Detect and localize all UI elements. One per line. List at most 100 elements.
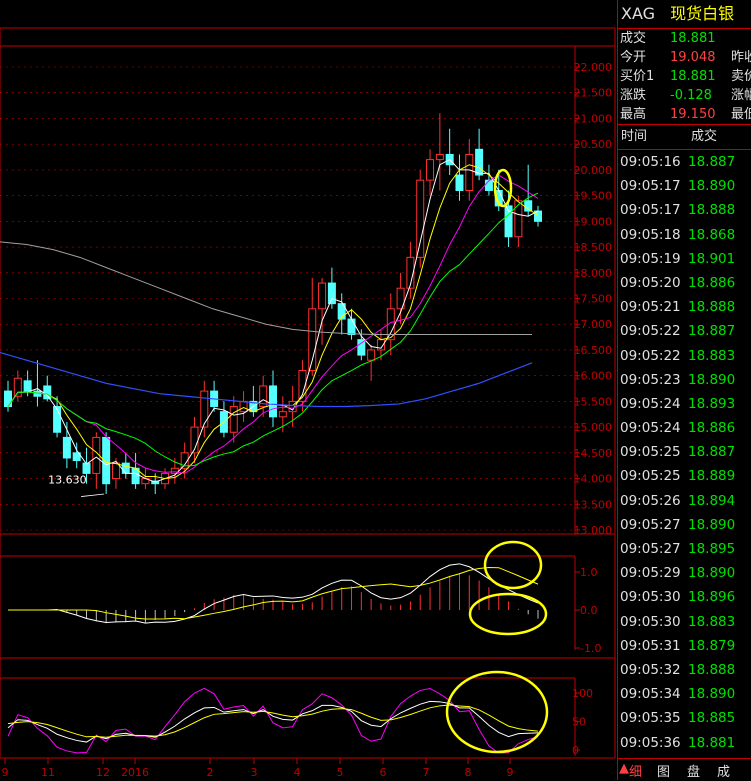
tick-row: 09:05:17 18.890 [618,174,751,198]
candle-body [416,179,425,258]
tick-price: 18.887 [688,154,736,170]
candle-body [435,153,444,161]
candle-body [62,436,71,459]
ma120-line [0,241,532,336]
quote-row: 今开 19.048 昨收 [618,48,751,67]
tick-price: 18.890 [688,371,736,388]
tick-time: 09:05:24 [620,420,681,437]
tick-price: 18.901 [688,250,736,267]
price-tick-label: 13.000 [574,524,613,537]
tick-time: 09:05:30 [620,589,681,606]
tick-time: 09:05:35 [620,710,681,727]
price-tick-label: 22.000 [574,61,613,74]
tick-price: 18.890 [688,565,736,582]
kdj-highlight-ellipse [445,670,549,754]
tick-price: 18.868 [688,226,736,243]
tick-time: 09:05:19 [620,250,681,267]
candle-body [4,390,12,408]
tick-price: 18.890 [688,686,736,703]
tick-row: 09:05:23 18.890 [618,368,751,392]
x-tick-label: 2016 [121,766,149,779]
tick-time: 09:05:18 [620,226,681,243]
tick-row: 09:05:29 18.890 [618,561,751,585]
x-tick-label: 7 [423,766,430,779]
low-price-label: 13.630 [48,474,87,487]
ticks-header-time: 时间 [621,129,648,144]
tick-price: 18.888 [688,661,736,678]
tick-time: 09:05:22 [620,347,681,364]
kline-chart[interactable]: 22.000 21.500 21.000 20.500 20.000 19.500 19.0… [0,0,617,780]
low-pointer [81,493,105,497]
quote-row-label: 涨跌 [620,88,647,103]
x-tick-label: 12 [96,766,110,779]
tick-row: 09:05:25 18.887 [618,440,751,464]
tick-time: 09:05:20 [620,274,681,291]
ma5-line [7,158,539,483]
tick-price: 18.888 [688,299,736,316]
macd-highlight-ellipse-1 [483,540,543,590]
candle-body [82,462,91,474]
tab-chart[interactable]: 图 [657,761,670,780]
price-tick-label: 15.000 [574,421,613,434]
candle-body [347,318,356,336]
tick-time: 09:05:26 [620,492,681,509]
candle-body [367,349,376,361]
tick-row: 09:05:27 18.890 [618,513,751,537]
x-tick-label: 5 [337,766,344,779]
kdj-tick-label: 0 [572,744,579,757]
tick-price: 18.893 [688,395,736,412]
tick-time: 09:05:27 [620,516,681,533]
tick-row: 09:05:24 18.886 [618,416,751,440]
tick-row: 09:05:20 18.886 [618,271,751,295]
tick-row: 09:05:22 18.887 [618,319,751,343]
price-tick-label: 18.000 [574,267,613,280]
price-tick-label: 16.000 [574,370,613,383]
quote-row-label: 买价1 [620,69,655,84]
x-tick-label: 11 [41,766,55,779]
candle-body [318,282,327,310]
candle-body [53,406,62,433]
tick-price: 18.888 [688,202,736,219]
quote-row-label: 成交 [620,31,647,46]
candle-body [455,174,464,191]
quote-row-label: 今开 [620,50,647,65]
tick-price: 18.885 [688,710,736,727]
tick-time: 09:05:25 [620,444,681,461]
price-tick-label: 21.500 [574,87,613,100]
tick-price: 18.886 [688,274,736,291]
candle-body [269,385,277,418]
tick-row: 09:05:30 18.896 [618,585,751,609]
quote-row-label2: 涨幅 [731,88,751,103]
price-tick-label: 16.500 [574,344,613,357]
kline-chart-area[interactable]: 22.000 21.500 21.000 20.500 20.000 19.500 19.0… [0,0,617,780]
instrument-name: 现货白银 [670,4,735,23]
tick-price: 18.887 [688,444,736,461]
ticks-header-price: 成交 [691,129,718,144]
tab-trades[interactable]: 成 [717,761,730,780]
kdj-j-line [7,687,539,754]
x-tick-label: 8 [465,766,472,779]
ticks-header: 时间 成交 [618,124,751,150]
tab-arrow-icon: ▲ [619,761,629,776]
tick-time: 09:05:32 [620,661,681,678]
x-tick-label: 9 [507,766,514,779]
candle-body [43,385,52,400]
tick-row: 09:05:19 18.901 [618,247,751,271]
quote-row-value: 18.881 [670,31,716,46]
tick-row: 09:05:35 18.885 [618,706,751,730]
tick-row: 09:05:17 18.888 [618,198,751,222]
tick-price: 18.889 [688,468,736,485]
tick-list[interactable]: 09:05:16 18.887 09:05:17 18.890 09:05:17 18.8… [618,150,751,755]
price-tick-label: 14.500 [574,447,613,460]
macd-dif-line [8,563,539,624]
tick-row: 09:05:31 18.879 [618,634,751,658]
tab-detail[interactable]: 细 [629,761,642,780]
candle-body [229,406,238,433]
tick-time: 09:05:27 [620,541,681,557]
macd-tick-label: 0.0 [580,604,598,617]
tick-price: 18.894 [688,492,736,509]
x-tick-label: 3 [251,766,258,779]
x-tick-label: 6 [380,766,387,779]
tick-price: 18.896 [688,589,736,606]
tab-board[interactable]: 盘 [687,761,700,780]
